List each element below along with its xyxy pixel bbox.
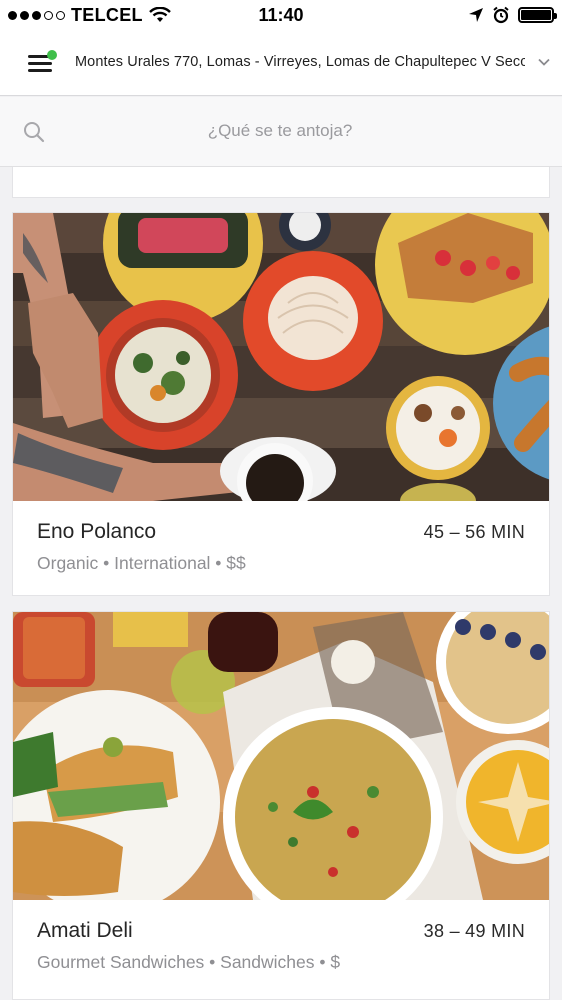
restaurant-image [13, 213, 549, 501]
search-icon [24, 122, 45, 143]
restaurant-name: Eno Polanco [37, 520, 157, 543]
address-header: Montes Urales 770, Lomas - Virreyes, Lom… [0, 30, 562, 96]
restaurant-card[interactable]: Amati Deli 38 – 49 MIN Gourmet Sandwiche… [12, 611, 550, 1000]
carrier-name: TELCEL [71, 4, 143, 25]
notification-dot [47, 50, 57, 60]
location-arrow-icon [469, 8, 483, 22]
restaurant-tags: Gourmet Sandwiches • Sandwiches • $ [37, 952, 341, 972]
battery-icon [518, 7, 557, 23]
restaurant-card[interactable]: Eno Polanco 45 – 56 MIN Organic • Intern… [12, 212, 550, 596]
restaurant-name: Amati Deli [37, 919, 133, 942]
restaurant-card-partial[interactable] [12, 167, 550, 198]
alarm-icon [493, 6, 509, 24]
restaurant-tags: Organic • International • $$ [37, 553, 246, 573]
clock: 11:40 [258, 4, 304, 25]
restaurant-image [13, 612, 549, 900]
delivery-time: 45 – 56 MIN [423, 522, 525, 542]
wifi-icon [148, 7, 171, 22]
status-bar: TELCEL 11:40 [0, 0, 562, 30]
delivery-time: 38 – 49 MIN [423, 921, 525, 941]
carrier-info: TELCEL [8, 5, 171, 26]
search-bar [0, 97, 562, 167]
signal-strength-icon [8, 10, 65, 20]
status-icons [468, 6, 557, 24]
chevron-down-icon[interactable] [537, 55, 551, 69]
search-input[interactable] [60, 114, 500, 148]
delivery-address[interactable]: Montes Urales 770, Lomas - Virreyes, Lom… [75, 54, 525, 70]
menu-button[interactable] [28, 50, 57, 76]
